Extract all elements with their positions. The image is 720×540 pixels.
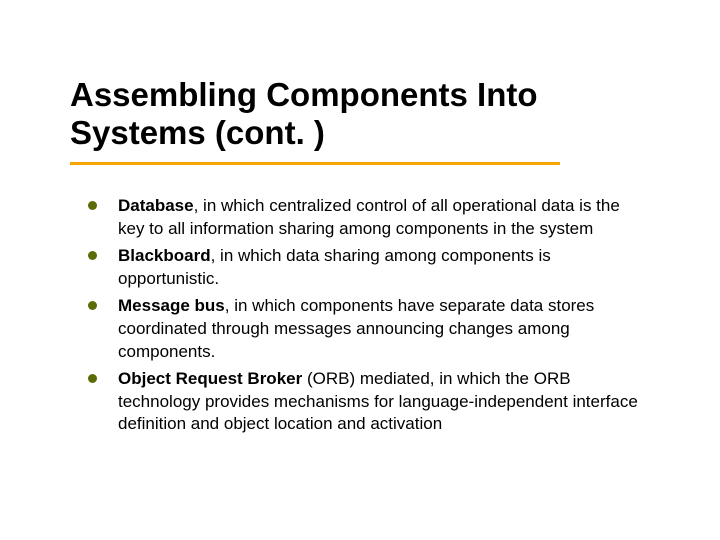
list-item: Database, in which centralized control o… xyxy=(70,195,650,241)
title-underline xyxy=(70,162,560,165)
list-item-strong: Object Request Broker xyxy=(118,369,302,388)
list-item: Object Request Broker (ORB) mediated, in… xyxy=(70,368,650,437)
content-body: Database, in which centralized control o… xyxy=(70,195,650,440)
list-item: Message bus, in which components have se… xyxy=(70,295,650,364)
bullet-icon xyxy=(88,374,97,383)
bullet-icon xyxy=(88,201,97,210)
bullet-list: Database, in which centralized control o… xyxy=(70,195,650,436)
list-item: Blackboard, in which data sharing among … xyxy=(70,245,650,291)
page-title: Assembling Components Into Systems (cont… xyxy=(70,76,650,152)
list-item-strong: Database xyxy=(118,196,194,215)
list-item-strong: Message bus xyxy=(118,296,225,315)
list-item-text: , in which centralized control of all op… xyxy=(118,196,620,238)
slide: Assembling Components Into Systems (cont… xyxy=(0,0,720,540)
list-item-strong: Blackboard xyxy=(118,246,211,265)
bullet-icon xyxy=(88,301,97,310)
bullet-icon xyxy=(88,251,97,260)
